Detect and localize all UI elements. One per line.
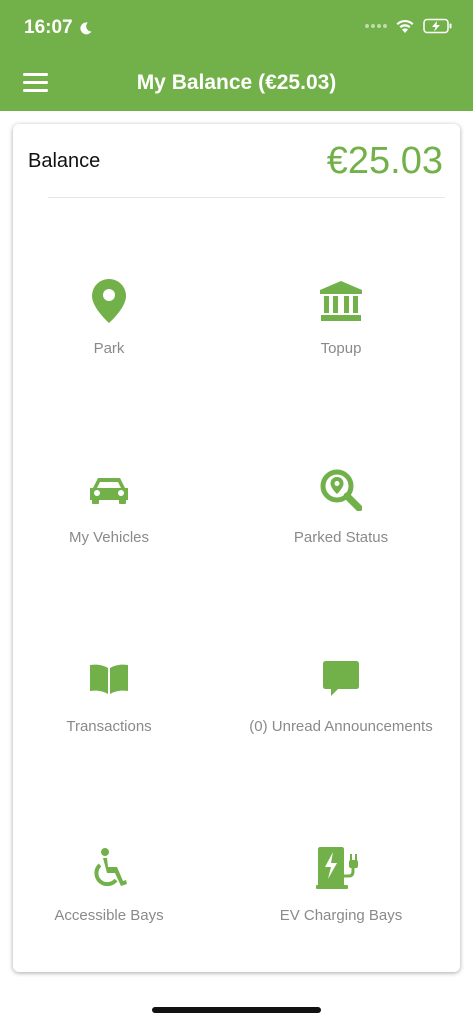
tile-label: EV Charging Bays	[279, 907, 403, 924]
battery-charging-icon	[423, 18, 452, 34]
divider	[48, 197, 445, 198]
ev-charger-icon	[316, 847, 358, 889]
status-time: 16:07	[24, 17, 93, 39]
page-title: My Balance (€25.03)	[136, 71, 337, 94]
wheelchair-icon	[94, 848, 127, 887]
magnifier-pin-icon	[320, 469, 362, 511]
tile-parked-status[interactable]: Parked Status	[231, 465, 451, 546]
top-bar: 16:07 My Balance (€25.03)	[0, 0, 473, 111]
book-icon	[90, 664, 128, 694]
speech-bubble-icon	[323, 661, 359, 696]
tile-label: Parked Status	[293, 529, 389, 546]
signal-icon	[365, 24, 387, 28]
balance-amount: €25.03	[326, 140, 443, 182]
tile-topup[interactable]: Topup	[231, 276, 451, 357]
time-text: 16:07	[24, 17, 73, 38]
moon-icon	[80, 21, 92, 34]
balance-label: Balance	[28, 150, 101, 172]
tile-label: Transactions	[66, 718, 152, 735]
home-indicator[interactable]	[152, 1007, 321, 1013]
tile-park[interactable]: Park	[0, 276, 219, 357]
bank-icon	[320, 281, 362, 321]
dashboard-card: Balance €25.03 Park Topup My Vehicles Pa…	[13, 124, 460, 972]
map-pin-icon	[92, 279, 126, 323]
tile-label: Topup	[320, 340, 362, 357]
tile-label: (0) Unread Announcements	[249, 718, 433, 735]
tile-label: Accessible Bays	[54, 907, 164, 924]
tile-announcements[interactable]: (0) Unread Announcements	[231, 654, 451, 735]
tile-transactions[interactable]: Transactions	[0, 654, 219, 735]
tile-my-vehicles[interactable]: My Vehicles	[0, 465, 219, 546]
tile-label: Park	[93, 340, 125, 357]
tile-accessible-bays[interactable]: Accessible Bays	[0, 843, 219, 924]
tile-ev-charging-bays[interactable]: EV Charging Bays	[231, 843, 451, 924]
tile-label: My Vehicles	[68, 529, 150, 546]
car-icon	[90, 478, 128, 504]
wifi-icon	[396, 19, 414, 33]
status-indicators	[365, 18, 453, 34]
